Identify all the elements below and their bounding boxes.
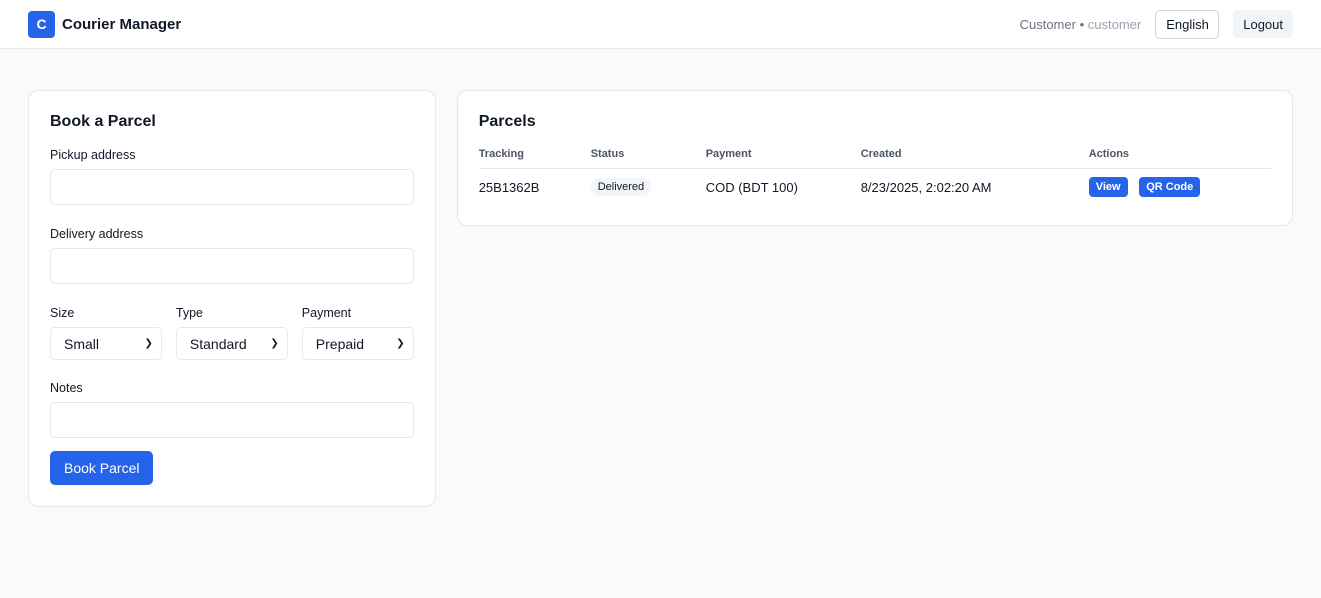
column-header-created: Created (860, 148, 1089, 169)
book-parcel-card: Book a Parcel Pickup address Delivery ad… (28, 90, 436, 507)
type-value: Standard (189, 335, 247, 352)
payment-field: Payment Prepaid ❯ (301, 306, 414, 360)
payment-value: Prepaid (315, 335, 365, 352)
tracking-cell: 25B1362B (478, 179, 540, 195)
book-parcel-button[interactable]: Book Parcel (50, 451, 154, 485)
type-field: Type Standard ❯ (175, 306, 288, 360)
qr-code-button[interactable]: QR Code (1139, 177, 1201, 197)
view-button[interactable]: View (1088, 177, 1128, 197)
column-header-payment: Payment (705, 148, 861, 169)
column-header-tracking: Tracking (478, 148, 591, 169)
user-info: Customer • customer (1020, 17, 1142, 32)
pickup-address-label: Pickup address (50, 148, 136, 162)
brand[interactable]: C Courier Manager (28, 10, 182, 38)
status-badge: Delivered (590, 178, 652, 196)
app-name: Courier Manager (62, 15, 182, 33)
separator-dot: • (1079, 16, 1085, 32)
parcels-table: Tracking Status Payment Created Actions … (478, 148, 1271, 198)
language-select[interactable]: English (1155, 9, 1220, 39)
parcel-options-row: Size Small ❯ Type Standard ❯ Payment Pre… (50, 306, 414, 360)
main-content: Book a Parcel Pickup address Delivery ad… (0, 49, 1321, 507)
type-select[interactable]: Standard ❯ (175, 327, 288, 360)
size-value: Small (64, 335, 100, 352)
chevron-down-icon: ❯ (396, 338, 405, 349)
column-header-status: Status (590, 148, 706, 169)
user-role: customer (1087, 16, 1142, 32)
size-field: Size Small ❯ (50, 306, 162, 360)
payment-cell: COD (BDT 100) (705, 179, 798, 195)
chevron-down-icon: ❯ (144, 338, 153, 349)
actions-cell: View QR Code (1088, 169, 1271, 197)
type-label: Type (175, 306, 203, 320)
notes-label: Notes (50, 381, 83, 395)
user-name: Customer (1019, 16, 1076, 32)
delivery-address-input[interactable] (50, 248, 414, 284)
payment-select[interactable]: Prepaid ❯ (301, 327, 414, 360)
status-cell: Delivered (590, 169, 706, 198)
logo-icon: C (28, 10, 55, 38)
delivery-address-label: Delivery address (50, 227, 144, 241)
column-header-actions: Actions (1088, 148, 1271, 169)
payment-label: Payment (301, 306, 352, 320)
top-bar: C Courier Manager Customer • customer En… (0, 0, 1321, 49)
logout-button[interactable]: Logout (1233, 10, 1293, 38)
table-header-row: Tracking Status Payment Created Actions (478, 148, 1271, 169)
table-row: 25B1362B Delivered COD (BDT 100) 8/23/20… (478, 169, 1271, 198)
parcels-card: Parcels Tracking Status Payment Created … (456, 90, 1293, 226)
pickup-address-input[interactable] (50, 169, 414, 205)
size-select[interactable]: Small ❯ (50, 327, 162, 360)
size-label: Size (50, 306, 75, 320)
chevron-down-icon: ❯ (270, 338, 279, 349)
header-actions: Customer • customer English Logout (1020, 9, 1293, 39)
book-parcel-title: Book a Parcel (50, 113, 156, 130)
parcels-title: Parcels (478, 113, 536, 130)
notes-input[interactable] (50, 402, 414, 438)
language-value: English (1166, 16, 1209, 32)
created-cell: 8/23/2025, 2:02:20 AM (860, 179, 992, 195)
